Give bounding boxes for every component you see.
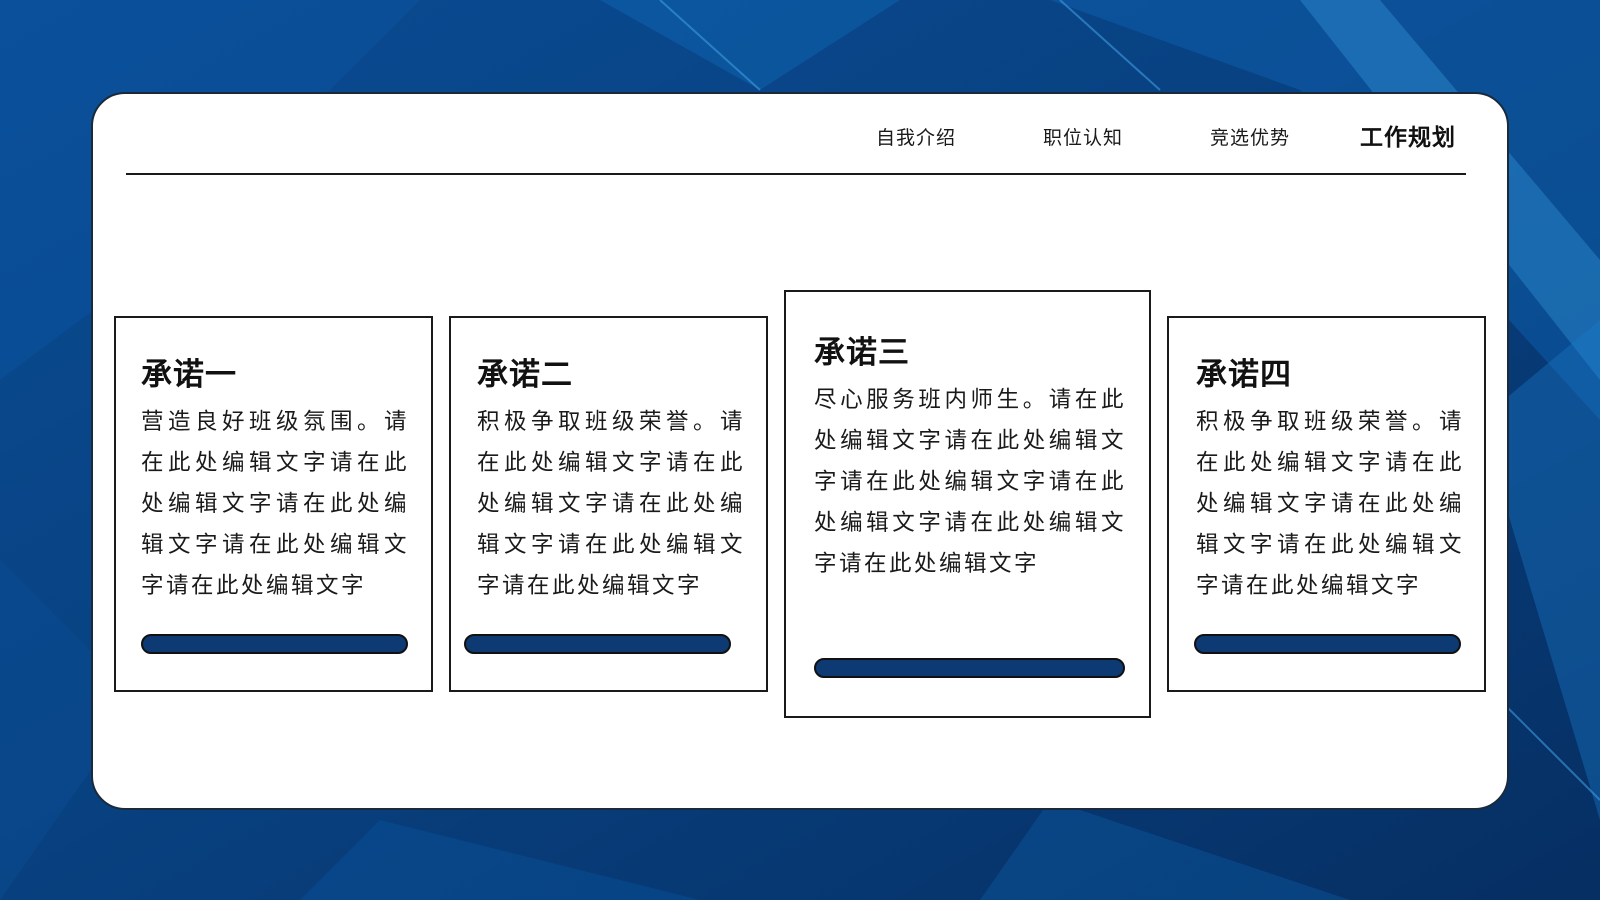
nav-item-position-awareness[interactable]: 职位认知 — [1043, 122, 1123, 154]
promise-card-title: 承诺二 — [477, 357, 573, 393]
promise-card-bar — [814, 658, 1125, 678]
promise-card-1: 承诺一 营造良好班级氛围。请在此处编辑文字请在此处编辑文字请在此处编辑文字请在此… — [114, 316, 433, 692]
nav-divider — [126, 173, 1466, 175]
nav-item-campaign-advantages[interactable]: 竞选优势 — [1210, 122, 1290, 154]
promise-card-bar — [141, 634, 408, 654]
top-nav: 自我介绍 职位认知 竞选优势 工作规划 — [93, 122, 1507, 154]
promise-card-2: 承诺二 积极争取班级荣誉。请在此处编辑文字请在此处编辑文字请在此处编辑文字请在此… — [449, 316, 768, 692]
nav-item-work-plan[interactable]: 工作规划 — [1360, 122, 1456, 154]
promise-card-title: 承诺三 — [814, 335, 910, 371]
nav-item-self-intro[interactable]: 自我介绍 — [876, 122, 956, 154]
promise-card-body: 积极争取班级荣誉。请在此处编辑文字请在此处编辑文字请在此处编辑文字请在此处编辑文… — [477, 409, 745, 599]
promise-card-body: 积极争取班级荣誉。请在此处编辑文字请在此处编辑文字请在此处编辑文字请在此处编辑文… — [1196, 409, 1464, 599]
promise-card-bar — [464, 634, 731, 654]
promise-card-title: 承诺一 — [141, 357, 237, 393]
promise-card-body: 尽心服务班内师生。请在此处编辑文字请在此处编辑文字请在此处编辑文字请在此处编辑文… — [814, 387, 1126, 577]
promise-card-4: 承诺四 积极争取班级荣誉。请在此处编辑文字请在此处编辑文字请在此处编辑文字请在此… — [1167, 316, 1486, 692]
promise-card-3: 承诺三 尽心服务班内师生。请在此处编辑文字请在此处编辑文字请在此处编辑文字请在此… — [784, 290, 1151, 718]
promise-card-title: 承诺四 — [1196, 357, 1292, 393]
promise-card-bar — [1194, 634, 1461, 654]
promise-card-body: 营造良好班级氛围。请在此处编辑文字请在此处编辑文字请在此处编辑文字请在此处编辑文… — [141, 409, 409, 599]
